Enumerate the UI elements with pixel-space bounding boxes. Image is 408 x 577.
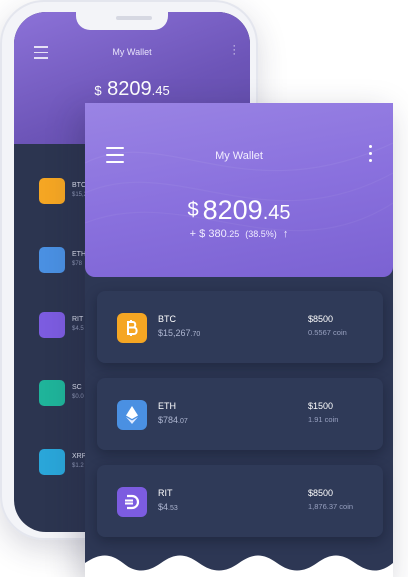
wallet-card: My Wallet $8209.45 + $ 380.25 (38.5%) ↑ … [85,103,393,577]
balance-main: 8209 [202,195,263,225]
change-percent: (38.5%) [245,229,277,239]
header-wave-pattern [85,142,393,232]
ethereum-icon [39,247,65,273]
balance-change: + $ 380.25 (38.5%) ↑ [85,228,393,240]
change-decimal: .25 [226,229,240,239]
coin-holding-value: $1500 [308,401,334,411]
more-options-icon[interactable] [365,145,375,167]
page-title: My Wallet [215,150,263,162]
coin-row-eth[interactable]: ETH $784.07 $1500 1.91 coin [97,378,383,450]
balance-decimal: .45 [262,202,291,224]
coin-symbol: RIT [158,488,173,498]
coin-amount: 0.5567 coin [308,328,347,337]
change-prefix: + $ [189,228,206,240]
siacoin-icon [39,380,65,406]
phone-coin-value: $78 [72,261,83,267]
phone-coin-value: $1.2 [72,463,84,469]
phone-title: My Wallet [112,47,152,57]
total-balance: $8209.45 [85,195,393,226]
ripple-icon [39,449,65,475]
coin-holding-value: $8500 [308,314,334,324]
phone-coin-symbol: BTC [72,182,86,189]
phone-coin-symbol: ETH [72,251,86,258]
phone-coin-value: $0.0 [72,394,84,400]
coin-holding-value: $8500 [308,488,334,498]
phone-coin-symbol: RIT [72,316,84,323]
coin-symbol: BTC [158,314,176,324]
coin-amount: 1,876.37 coin [308,502,354,511]
coin-price: $784.07 [158,415,188,425]
phone-speaker [116,16,152,20]
balance-currency: $ [187,199,199,221]
bitcoin-icon [39,178,65,204]
phone-coin-value: $4.5 [72,326,84,332]
change-main: 380 [208,228,227,240]
phone-more-icon[interactable]: · · · [232,41,236,60]
coin-amount: 1.91 coin [308,415,339,424]
rit-icon [39,312,65,338]
phone-balance: $ 8209.45 [94,78,170,100]
arrow-up-icon: ↑ [282,228,289,240]
bitcoin-icon [117,313,147,343]
rit-icon [117,487,147,517]
coin-price: $15,267.70 [158,328,201,338]
coin-price: $4.53 [158,502,178,512]
ethereum-icon [117,400,147,430]
wallet-header: My Wallet $8209.45 + $ 380.25 (38.5%) ↑ [85,103,393,277]
coin-symbol: ETH [158,401,176,411]
phone-notch [76,10,168,30]
phone-coin-symbol: SC [72,384,82,391]
torn-edge [85,555,393,577]
coin-row-btc[interactable]: BTC $15,267.70 $8500 0.5567 coin [97,291,383,363]
coin-row-rit[interactable]: RIT $4.53 $8500 1,876.37 coin [97,465,383,537]
